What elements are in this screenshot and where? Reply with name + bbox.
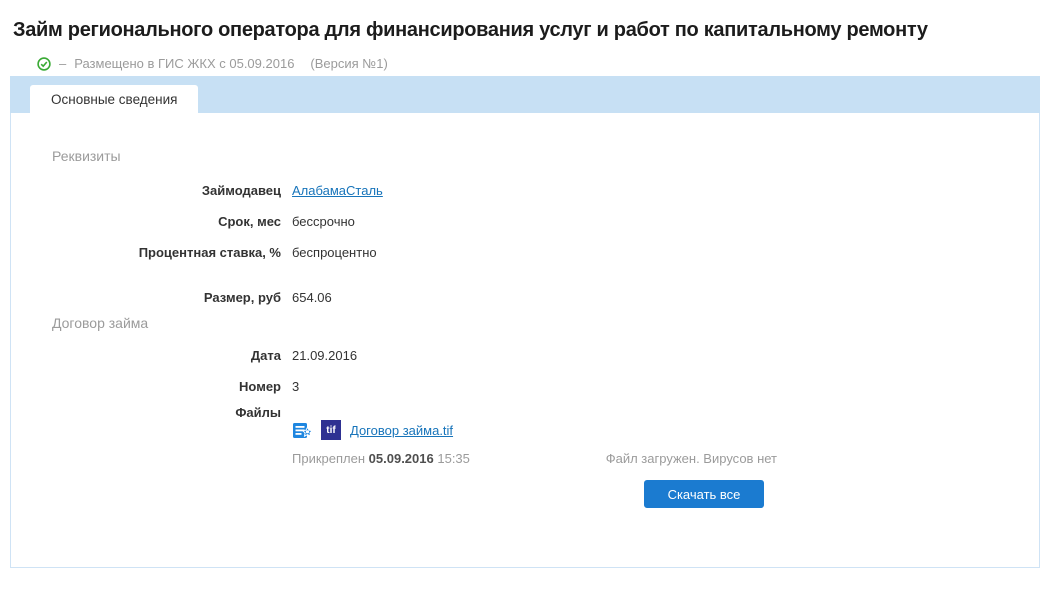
- file-attached-info: Прикреплен 05.09.2016 15:35: [292, 451, 470, 466]
- field-row-rate: Процентная ставка, % беспроцентно: [11, 245, 1039, 260]
- publication-status: – Размещено в ГИС ЖКХ с 05.09.2016 (Верс…: [37, 56, 388, 71]
- file-item: tif Договор займа.tif: [292, 419, 453, 441]
- tab-strip: Основные сведения: [10, 76, 1040, 113]
- download-all-button[interactable]: Скачать все: [644, 480, 764, 508]
- check-circle-icon: [37, 57, 51, 71]
- status-version: (Версия №1): [310, 56, 387, 71]
- tif-file-icon: tif: [321, 420, 341, 440]
- field-label: Займодавец: [11, 183, 281, 198]
- files-label: Файлы: [11, 405, 281, 420]
- field-value: беспроцентно: [292, 245, 377, 260]
- attached-date: 05.09.2016: [369, 451, 434, 466]
- field-row-date: Дата 21.09.2016: [11, 348, 1039, 363]
- section-heading-requisites: Реквизиты: [52, 148, 121, 164]
- tab-main-info[interactable]: Основные сведения: [30, 85, 198, 113]
- field-row-term: Срок, мес бессрочно: [11, 214, 1039, 229]
- field-label: Срок, мес: [11, 214, 281, 229]
- section-heading-contract: Договор займа: [52, 315, 148, 331]
- field-row-lender: Займодавец АлабамаСталь: [11, 183, 1039, 198]
- field-value: 3: [292, 379, 299, 394]
- field-value: бессрочно: [292, 214, 355, 229]
- field-row-amount: Размер, руб 654.06: [11, 290, 1039, 305]
- virus-scan-status: Файл загружен. Вирусов нет: [606, 451, 777, 466]
- field-label: Размер, руб: [11, 290, 281, 305]
- status-dash: –: [59, 56, 66, 71]
- field-label: Процентная ставка, %: [11, 245, 281, 260]
- status-text: Размещено в ГИС ЖКХ с 05.09.2016: [74, 56, 294, 71]
- file-download-link[interactable]: Договор займа.tif: [350, 423, 453, 438]
- page-title: Займ регионального оператора для финанси…: [13, 19, 1053, 42]
- field-value: 21.09.2016: [292, 348, 357, 363]
- attached-time: 15:35: [437, 451, 470, 466]
- field-row-number: Номер 3: [11, 379, 1039, 394]
- signature-icon[interactable]: [292, 420, 313, 441]
- field-label: Номер: [11, 379, 281, 394]
- field-label: Дата: [11, 348, 281, 363]
- field-value: 654.06: [292, 290, 332, 305]
- lender-link[interactable]: АлабамаСталь: [292, 183, 383, 198]
- main-info-panel: Реквизиты Займодавец АлабамаСталь Срок, …: [10, 113, 1040, 568]
- attached-prefix: Прикреплен: [292, 451, 365, 466]
